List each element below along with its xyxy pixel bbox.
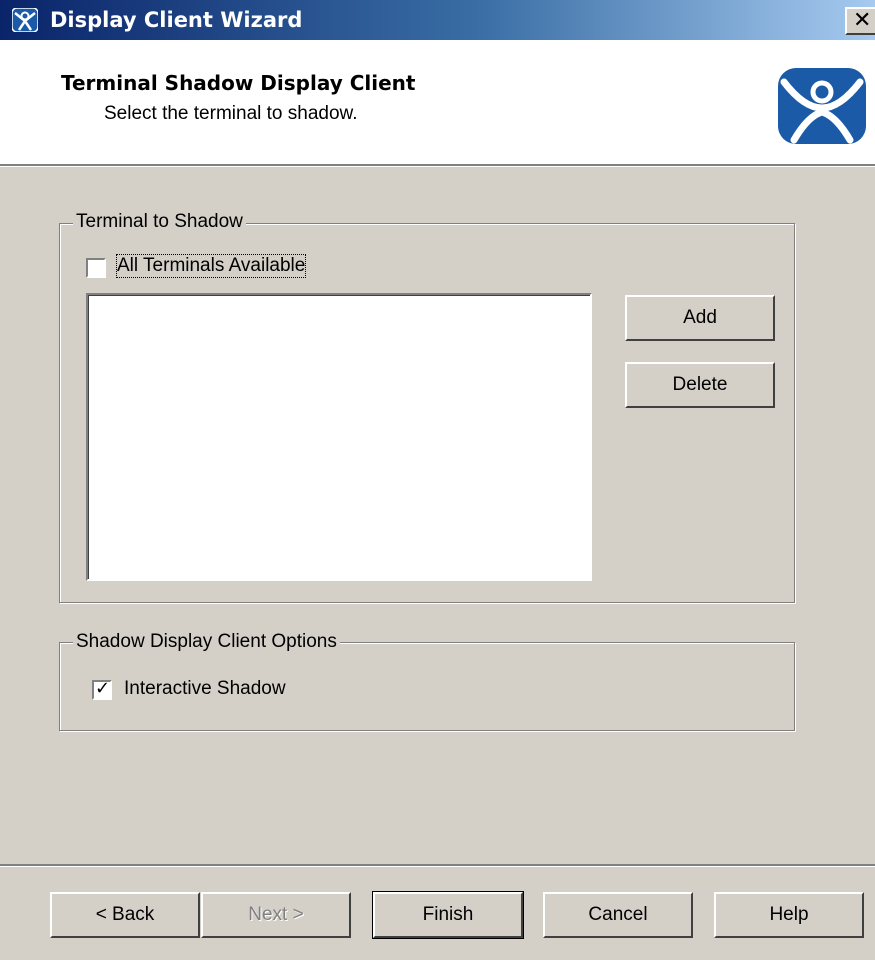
interactive-shadow-label[interactable]: Interactive Shadow bbox=[124, 678, 286, 700]
close-button[interactable]: ✕ bbox=[845, 7, 875, 35]
all-terminals-label[interactable]: All Terminals Available bbox=[115, 254, 307, 278]
title-bar[interactable]: Display Client Wizard ✕ bbox=[0, 0, 875, 40]
thinmanager-logo-icon bbox=[778, 68, 866, 144]
all-terminals-checkbox[interactable] bbox=[86, 258, 106, 278]
checkmark-icon: ✓ bbox=[95, 678, 111, 699]
options-group-legend: Shadow Display Client Options bbox=[73, 631, 340, 653]
next-button-label: Next > bbox=[248, 904, 304, 925]
page-title: Terminal Shadow Display Client bbox=[61, 71, 416, 95]
footer-divider bbox=[0, 864, 875, 867]
wizard-window: Display Client Wizard ✕ Terminal Shadow … bbox=[0, 0, 875, 960]
page-subtitle: Select the terminal to shadow. bbox=[104, 103, 358, 124]
wizard-header: Terminal Shadow Display Client Select th… bbox=[0, 40, 875, 164]
add-button[interactable]: Add bbox=[625, 295, 775, 341]
header-divider bbox=[0, 164, 875, 167]
close-icon: ✕ bbox=[853, 8, 872, 33]
interactive-shadow-checkbox[interactable]: ✓ bbox=[92, 678, 112, 700]
cancel-button[interactable]: Cancel bbox=[543, 892, 693, 938]
window-title: Display Client Wizard bbox=[50, 8, 303, 32]
back-button-label: < Back bbox=[95, 904, 155, 925]
delete-button[interactable]: Delete bbox=[625, 362, 775, 408]
terminal-list[interactable] bbox=[86, 293, 592, 581]
cancel-button-label: Cancel bbox=[588, 904, 648, 925]
terminal-group-legend: Terminal to Shadow bbox=[73, 211, 246, 233]
next-button[interactable]: Next > bbox=[201, 892, 351, 938]
finish-button[interactable]: Finish bbox=[372, 891, 524, 939]
app-person-icon bbox=[12, 8, 38, 32]
help-button-label: Help bbox=[769, 904, 809, 925]
back-button[interactable]: < Back bbox=[50, 892, 200, 938]
help-button[interactable]: Help bbox=[714, 892, 864, 938]
finish-button-label: Finish bbox=[422, 904, 474, 925]
